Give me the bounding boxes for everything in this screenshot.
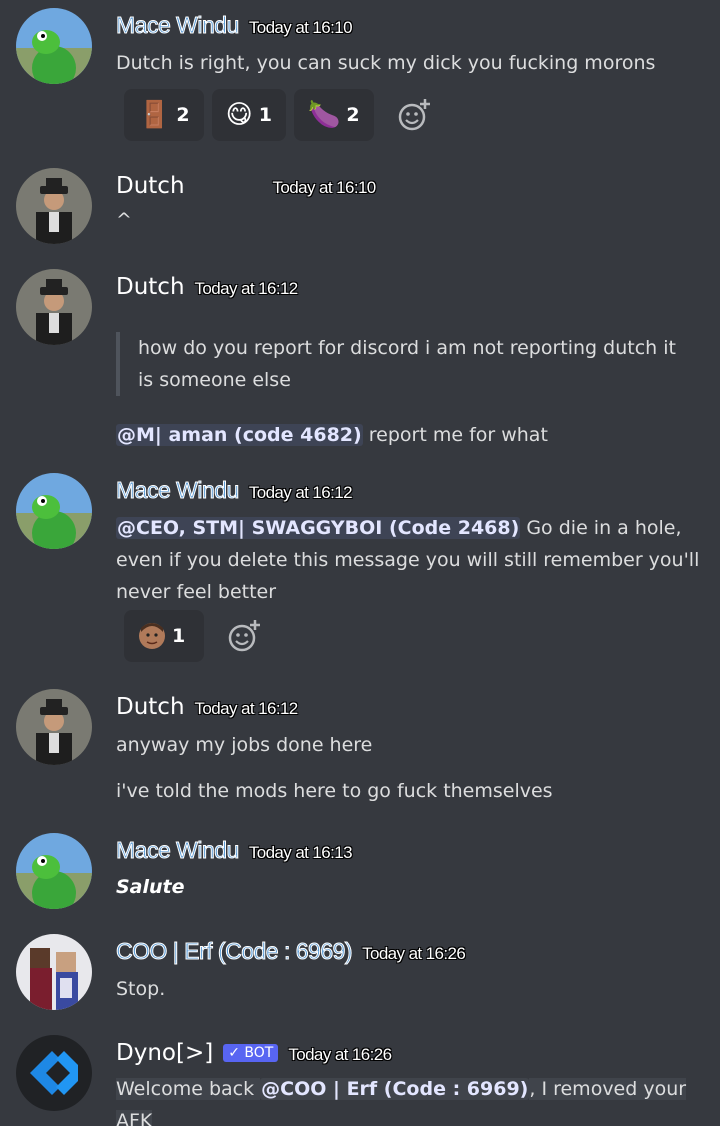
avatar-mace-windu[interactable] [16, 8, 92, 84]
user-mention[interactable]: @COO | Erf (Code : 6969) [260, 1078, 530, 1100]
face-emoji-icon [139, 623, 165, 649]
username[interactable]: Mace Windu [116, 837, 240, 864]
reaction-eggplant[interactable]: 🍆 2 [293, 89, 374, 141]
message-text: i've told the mods here to go fuck thems… [116, 780, 553, 802]
username[interactable]: Dyno[>] [116, 1040, 213, 1066]
cowboy-avatar-icon [16, 269, 92, 345]
message-text: Stop. [116, 978, 166, 1000]
timestamp: Today at 16:12 [194, 279, 299, 298]
username[interactable]: Mace Windu [116, 477, 240, 504]
eggplant-emoji-icon: 🍆 [307, 100, 341, 130]
reaction-face[interactable]: 1 [124, 610, 204, 662]
message-text: Salute [116, 871, 706, 903]
timestamp: Today at 16:13 [248, 843, 353, 862]
username[interactable]: Mace Windu [116, 12, 240, 39]
message-header: Dutch Today at 16:10 [116, 173, 376, 199]
message-text: Welcome back @COO | Erf (Code : 6969), I… [116, 1073, 696, 1126]
message-header: Mace Windu Today at 16:12 [116, 477, 353, 504]
yum-face-emoji-icon: 😋 [225, 100, 253, 130]
message-header: Dutch Today at 16:12 [116, 274, 298, 300]
message-text: @CEO, STM| SWAGGYBOI (Code 2468) Go die … [116, 512, 706, 608]
message-text: ^ [116, 209, 132, 231]
avatar-dutch[interactable] [16, 168, 92, 244]
message-text: @M| aman (code 4682) report me for what [116, 419, 706, 451]
cowboy-avatar-icon [16, 689, 92, 765]
cowboy-avatar-icon [16, 168, 92, 244]
reaction-count: 1 [258, 104, 272, 126]
avatar-mace-windu[interactable] [16, 473, 92, 549]
reaction-count: 1 [172, 625, 186, 647]
user-mention[interactable]: @CEO, STM| SWAGGYBOI (Code 2468) [116, 517, 521, 539]
message-text-start: Welcome back [116, 1078, 261, 1100]
username[interactable]: Dutch [116, 694, 185, 720]
reactions-bar: 🚪 2 😋 1 🍆 2 [124, 89, 432, 141]
user-mention[interactable]: @M| aman (code 4682) [116, 424, 363, 446]
timestamp: Today at 16:26 [288, 1045, 392, 1064]
message-header: Dyno[>] ✓ BOT Today at 16:26 [116, 1040, 392, 1066]
message-header: Dutch Today at 16:12 [116, 694, 298, 720]
kermit-avatar-icon [16, 833, 92, 909]
italic-text: Salute [116, 876, 185, 898]
minecraft-skins-avatar-icon [16, 934, 92, 1010]
reactions-bar: 1 [124, 610, 262, 662]
add-reaction-icon[interactable] [396, 97, 432, 133]
blockquote: how do you report for discord i am not r… [116, 332, 696, 396]
reaction-door[interactable]: 🚪 2 [124, 89, 204, 141]
message-header: Mace Windu Today at 16:10 [116, 12, 353, 39]
avatar-dyno[interactable] [16, 1035, 92, 1111]
message-header: Mace Windu Today at 16:13 [116, 837, 353, 864]
timestamp: Today at 16:26 [362, 944, 466, 963]
message-header: COO | Erf (Code : 6969) Today at 16:26 [115, 938, 466, 965]
username[interactable]: Dutch [116, 274, 185, 300]
reaction-count: 2 [176, 104, 190, 126]
avatar-dutch[interactable] [16, 269, 92, 345]
avatar-mace-windu[interactable] [16, 833, 92, 909]
timestamp: Today at 16:12 [248, 483, 353, 502]
message-text: anyway my jobs done here [116, 734, 373, 756]
door-emoji-icon: 🚪 [138, 100, 171, 130]
reaction-yum[interactable]: 😋 1 [211, 89, 286, 141]
kermit-avatar-icon [16, 8, 92, 84]
timestamp: Today at 16:10 [248, 18, 353, 37]
timestamp: Today at 16:12 [194, 699, 299, 718]
username[interactable]: COO | Erf (Code : 6969) [115, 938, 353, 965]
message-text-rest: report me for what [362, 424, 548, 446]
add-reaction-icon[interactable] [226, 618, 262, 654]
avatar-coo-erf[interactable] [16, 934, 92, 1010]
avatar-dutch[interactable] [16, 689, 92, 765]
username[interactable]: Dutch [116, 173, 185, 199]
kermit-avatar-icon [16, 473, 92, 549]
timestamp: Today at 16:10 [272, 178, 377, 197]
reaction-count: 2 [346, 104, 360, 126]
message-text: Dutch is right, you can suck my dick you… [116, 52, 656, 74]
dyno-logo-icon [16, 1035, 92, 1111]
bot-badge: ✓ BOT [223, 1043, 279, 1062]
